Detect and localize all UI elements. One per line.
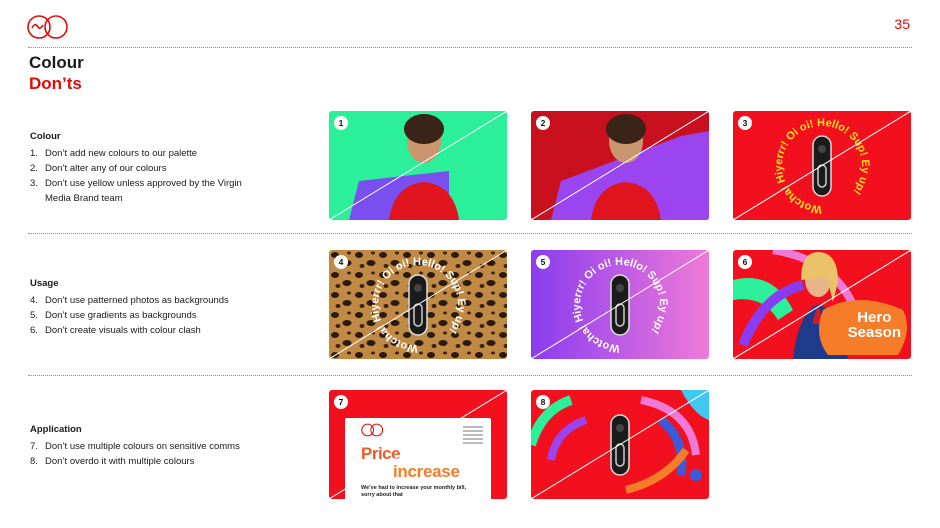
section-colour: Colour 1. Don’t add new colours to our pa… xyxy=(30,129,290,206)
divider xyxy=(28,375,912,376)
title-main: Colour xyxy=(29,53,84,72)
list-item: 6. Don’t create visuals with colour clash xyxy=(30,325,201,336)
list-item: 5. Don’t use gradients as backgrounds xyxy=(30,310,197,321)
title-sub: Don’ts xyxy=(29,74,82,93)
price-heading: Price xyxy=(361,444,401,463)
section-usage: Usage 4. Don’t use patterned photos as ba… xyxy=(30,276,290,338)
tile-number-badge: 6 xyxy=(738,255,752,269)
list-item: 2. Don’t alter any of our colours xyxy=(30,163,167,174)
example-tile-2: 2 xyxy=(531,111,709,220)
page-title: Colour Don’ts xyxy=(29,52,84,94)
tile-number-badge: 8 xyxy=(536,395,550,409)
page-number: 35 xyxy=(894,16,910,32)
tile-number-badge: 3 xyxy=(738,116,752,130)
increase-heading: increase xyxy=(393,462,460,481)
section-heading: Usage xyxy=(30,278,59,289)
example-tile-3: Wotcha! Hiyerrr! Oi oi! Hello! Sup! Ey u… xyxy=(733,111,911,220)
list-item: 3. Don’t use yellow unless approved by th… xyxy=(30,178,242,204)
tile-number-badge: 2 xyxy=(536,116,550,130)
list-item: 8. Don’t overdo it with multiple colours xyxy=(30,456,195,467)
section-heading: Colour xyxy=(30,131,61,142)
example-tile-8: 8 xyxy=(531,390,709,499)
list-item: 1. Don’t add new colours to our palette xyxy=(30,148,198,159)
example-tile-7: Price increase We’ve had to increase you… xyxy=(329,390,507,499)
address-lines xyxy=(463,426,483,428)
hero-season-text: Hero Season xyxy=(847,309,901,341)
letter-body: We’ve had to increase your monthly bill,… xyxy=(361,485,467,498)
example-tile-5: Wotcha! Hiyerrr! Oi oi! Hello! Sup! Ey u… xyxy=(531,250,709,359)
example-tile-1: 1 xyxy=(329,111,507,220)
virgin-media-logo xyxy=(27,15,68,39)
list-item: 4. Don’t use patterned photos as backgrou… xyxy=(30,295,229,306)
tile-number-badge: 1 xyxy=(334,116,348,130)
tile-number-badge: 4 xyxy=(334,255,348,269)
divider xyxy=(28,47,912,48)
example-tile-4: Wotcha! Hiyerrr! Oi oi! Hello! Sup! Ey u… xyxy=(329,250,507,359)
virgin-media-logo xyxy=(361,423,384,437)
divider xyxy=(28,233,912,234)
section-application: Application 7. Don’t use multiple colours… xyxy=(30,422,290,469)
section-heading: Application xyxy=(30,424,82,435)
tile-number-badge: 5 xyxy=(536,255,550,269)
tile-number-badge: 7 xyxy=(334,395,348,409)
list-item: 7. Don’t use multiple colours on sensitiv… xyxy=(30,441,240,452)
letter-card: Price increase We’ve had to increase you… xyxy=(345,418,491,499)
example-tile-6: 6 Hero Season xyxy=(733,250,911,359)
